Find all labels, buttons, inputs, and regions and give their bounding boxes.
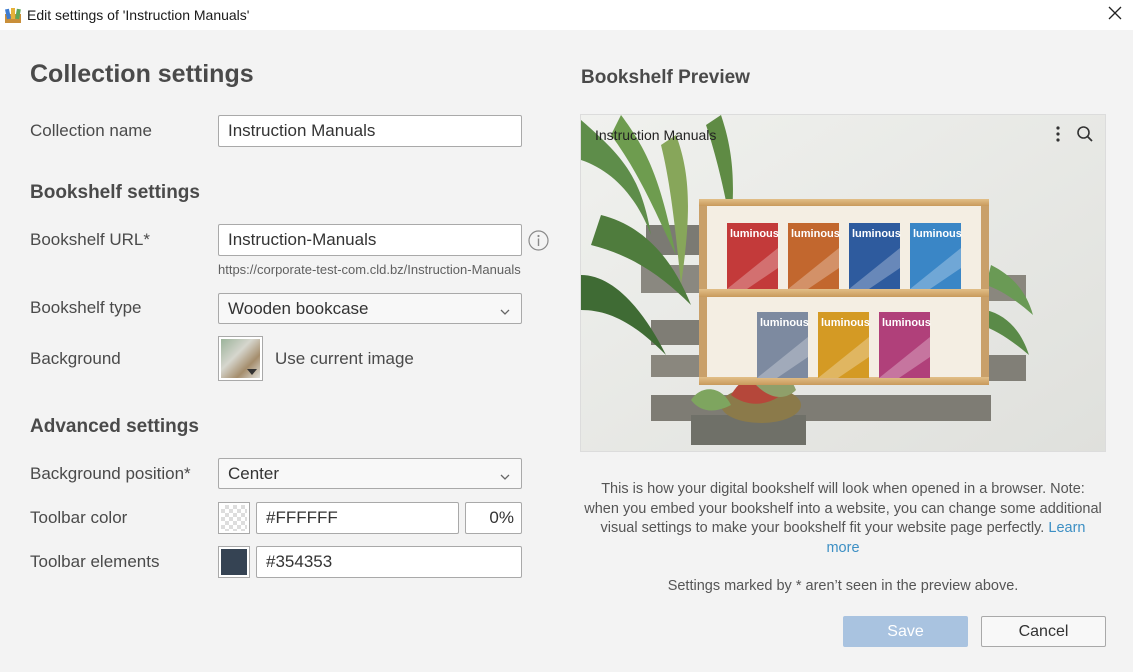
background-picker-button[interactable] xyxy=(218,336,263,381)
close-icon xyxy=(1108,6,1122,25)
title-bar: Edit settings of 'Instruction Manuals' xyxy=(0,0,1133,30)
toolbar-elements-label: Toolbar elements xyxy=(30,552,160,571)
bookshelf-preview: luminous luminous luminous luminous luminous… xyxy=(580,114,1106,452)
collection-settings-heading: Collection settings xyxy=(30,60,254,88)
toolbar-color-label: Toolbar color xyxy=(30,508,128,527)
collection-name-label: Collection name xyxy=(30,121,152,140)
chevron-down-icon xyxy=(499,303,511,323)
settings-note: Settings marked by * aren’t seen in the … xyxy=(667,578,1019,594)
toolbar-elements-input[interactable]: #354353 xyxy=(256,546,522,578)
toolbar-color-swatch[interactable] xyxy=(218,502,250,534)
preview-note-text: This is how your digital bookshelf will … xyxy=(584,481,1102,537)
bookshelf-preview-heading: Bookshelf Preview xyxy=(581,67,750,88)
background-label: Background xyxy=(30,349,121,368)
svg-text:luminous: luminous xyxy=(730,228,779,240)
background-position-label: Background position* xyxy=(30,464,191,483)
bookshelf-url-helper: https://corporate-test-com.cld.bz/Instru… xyxy=(218,262,521,277)
toolbar-elements-swatch[interactable] xyxy=(218,546,250,578)
background-thumbnail xyxy=(221,339,260,378)
magazine-cover-top-1[interactable]: luminous xyxy=(788,223,840,289)
books-layer: luminous luminous luminous luminous luminous… xyxy=(727,223,962,378)
svg-text:luminous: luminous xyxy=(913,228,962,240)
advanced-settings-heading: Advanced settings xyxy=(30,416,199,437)
info-icon[interactable] xyxy=(528,230,549,251)
bookshelf-settings-heading: Bookshelf settings xyxy=(30,182,200,203)
bookshelf-type-select[interactable]: Wooden bookcase xyxy=(218,293,522,324)
more-vertical-icon[interactable] xyxy=(1051,125,1065,148)
dropdown-arrow-icon xyxy=(247,369,257,375)
window-title: Edit settings of 'Instruction Manuals' xyxy=(27,7,250,23)
save-button[interactable]: Save xyxy=(843,616,968,647)
bookshelf-url-label: Bookshelf URL* xyxy=(30,230,151,249)
magazine-cover-bottom-1[interactable]: luminous xyxy=(818,312,870,378)
search-icon[interactable] xyxy=(1076,125,1094,148)
svg-text:luminous: luminous xyxy=(882,317,931,329)
toolbar-opacity-input[interactable]: 0% xyxy=(465,502,522,534)
bookshelf-url-input[interactable]: Instruction-Manuals xyxy=(218,224,522,256)
collection-name-input[interactable]: Instruction Manuals xyxy=(218,115,522,147)
bookshelf-type-label: Bookshelf type xyxy=(30,298,142,317)
magazine-cover-top-3[interactable]: luminous xyxy=(910,223,962,289)
preview-note: This is how your digital bookshelf will … xyxy=(583,480,1103,558)
transparent-swatch-fill xyxy=(221,505,247,531)
svg-text:luminous: luminous xyxy=(821,317,870,329)
svg-text:luminous: luminous xyxy=(760,317,809,329)
svg-text:luminous: luminous xyxy=(791,228,840,240)
magazine-cover-bottom-0[interactable]: luminous xyxy=(757,312,809,378)
cancel-button[interactable]: Cancel xyxy=(981,616,1106,647)
toolbar-color-input[interactable]: #FFFFFF xyxy=(256,502,459,534)
magazine-cover-top-0[interactable]: luminous xyxy=(727,223,779,289)
bookshelf-app-icon xyxy=(4,6,22,24)
bookshelf-type-value: Wooden bookcase xyxy=(228,298,369,318)
background-position-select[interactable]: Center xyxy=(218,458,522,489)
svg-text:luminous: luminous xyxy=(852,228,901,240)
magazine-cover-top-2[interactable]: luminous xyxy=(849,223,901,289)
background-position-value: Center xyxy=(228,463,280,483)
preview-collection-name: Instruction Manuals xyxy=(595,127,717,143)
background-option-text: Use current image xyxy=(275,349,414,368)
chevron-down-icon xyxy=(499,468,511,488)
close-button[interactable] xyxy=(1097,0,1133,30)
dark-swatch-fill xyxy=(221,549,247,575)
magazine-cover-bottom-2[interactable]: luminous xyxy=(879,312,931,378)
